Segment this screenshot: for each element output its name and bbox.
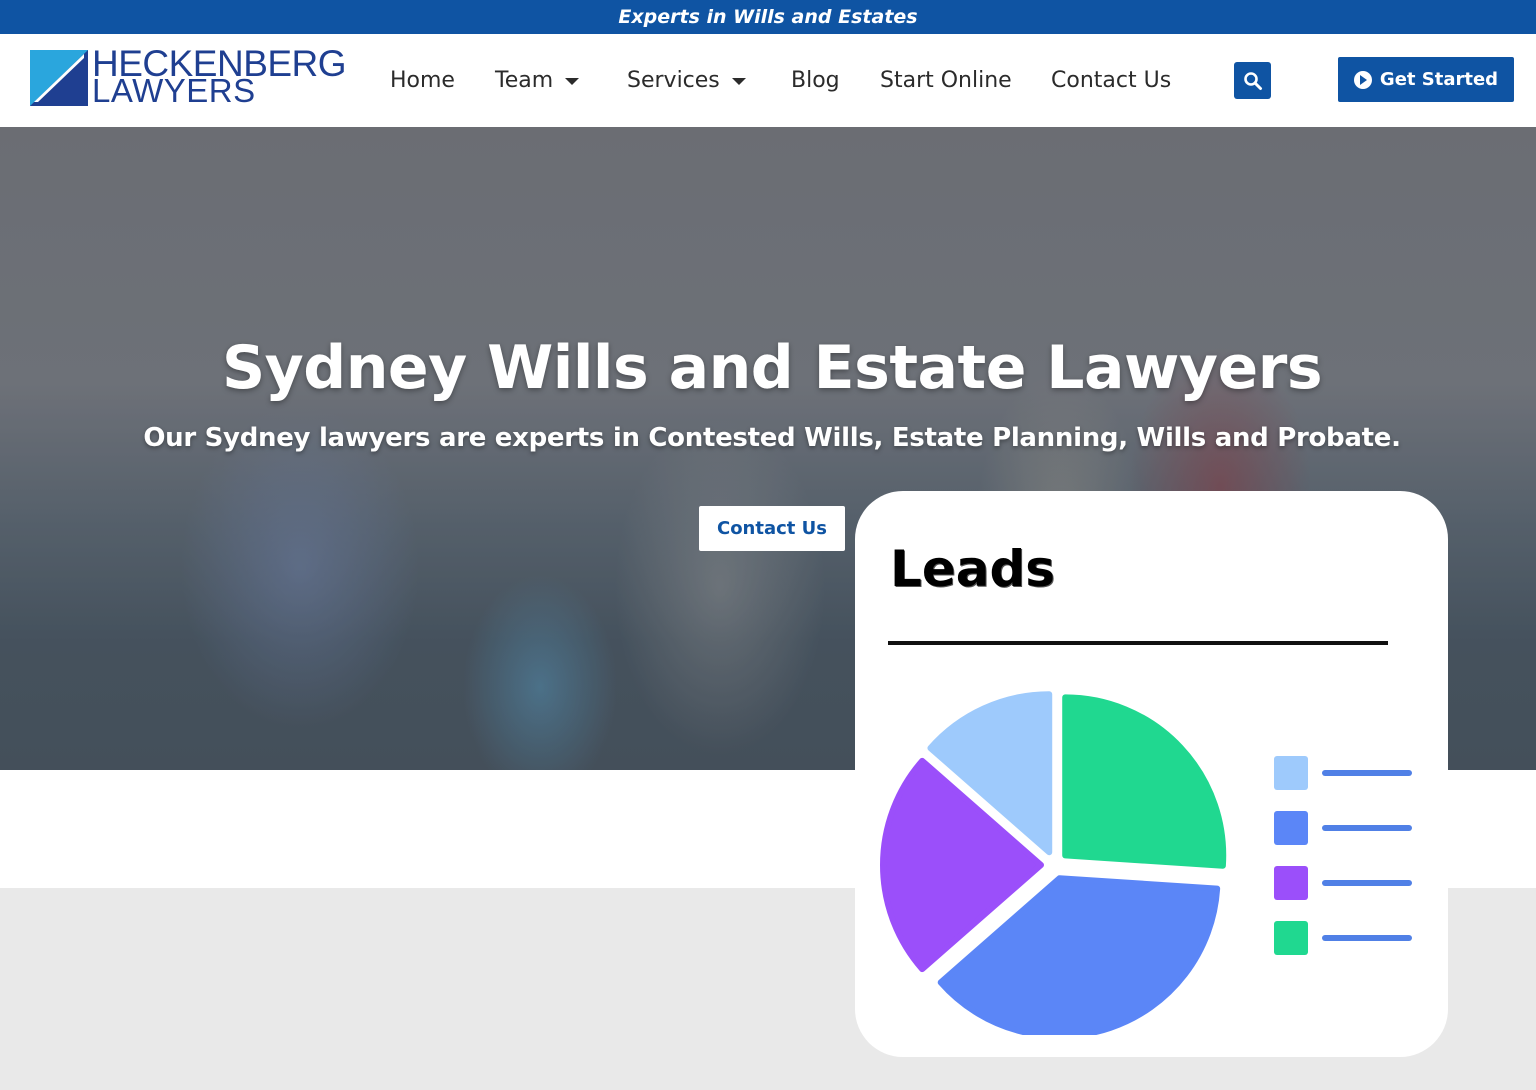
caret-down-icon: [565, 77, 580, 85]
legend-entry: [1274, 866, 1414, 900]
legend-entry: [1274, 811, 1414, 845]
logo[interactable]: HECKENBERG LAWYERS: [30, 44, 350, 109]
hero-title: Sydney Wills and Estate Lawyers: [221, 333, 1323, 403]
leads-title: Leads: [890, 540, 1056, 598]
caret-down-icon: [731, 77, 746, 85]
legend-swatch: [1274, 756, 1308, 790]
nav-item-label: Start Online: [880, 67, 1012, 93]
legend-entry: [1274, 921, 1414, 955]
content-band: [0, 770, 855, 888]
chevron-circle-right-icon: [1353, 70, 1372, 89]
leads-pie-chart: [880, 691, 1227, 1035]
nav-item-label: Team: [495, 67, 554, 93]
banner-text: Experts in Wills and Estates: [618, 6, 918, 28]
search-button[interactable]: [1234, 62, 1271, 99]
nav-item-label: Home: [390, 67, 455, 93]
legend-label-placeholder: [1322, 935, 1412, 941]
nav-item-home[interactable]: Home: [390, 64, 455, 96]
pie-slice: [1062, 694, 1227, 869]
nav-item-blog[interactable]: Blog: [791, 64, 840, 96]
leads-divider: [888, 641, 1388, 645]
top-banner: Experts in Wills and Estates: [0, 0, 1536, 34]
legend-entry: [1274, 756, 1414, 790]
nav-item-services[interactable]: Services: [627, 64, 746, 96]
nav-item-contact-us[interactable]: Contact Us: [1051, 64, 1171, 96]
legend-swatch: [1274, 866, 1308, 900]
nav-item-label: Contact Us: [1051, 67, 1172, 93]
content-band-right: [1448, 770, 1536, 888]
hero-contact-button[interactable]: Contact Us: [699, 506, 845, 551]
nav-item-label: Services: [627, 67, 720, 93]
legend-label-placeholder: [1322, 880, 1412, 886]
legend-swatch: [1274, 811, 1308, 845]
hero-subtitle: Our Sydney lawyers are experts in Contes…: [143, 423, 1401, 453]
legend-swatch: [1274, 921, 1308, 955]
logo-mark-icon: [30, 50, 88, 106]
leads-legend: [1274, 756, 1414, 956]
site-header: HECKENBERG LAWYERS Home Team Services Bl…: [0, 34, 1536, 127]
legend-label-placeholder: [1322, 825, 1412, 831]
logo-line-2: LAWYERS: [92, 72, 256, 109]
get-started-button[interactable]: Get Started: [1338, 57, 1514, 102]
search-icon: [1243, 71, 1262, 90]
nav-item-team[interactable]: Team: [495, 64, 580, 96]
get-started-label: Get Started: [1379, 69, 1499, 90]
nav-item-label: Blog: [791, 67, 840, 93]
legend-label-placeholder: [1322, 770, 1412, 776]
nav-item-start-online[interactable]: Start Online: [880, 64, 1012, 96]
